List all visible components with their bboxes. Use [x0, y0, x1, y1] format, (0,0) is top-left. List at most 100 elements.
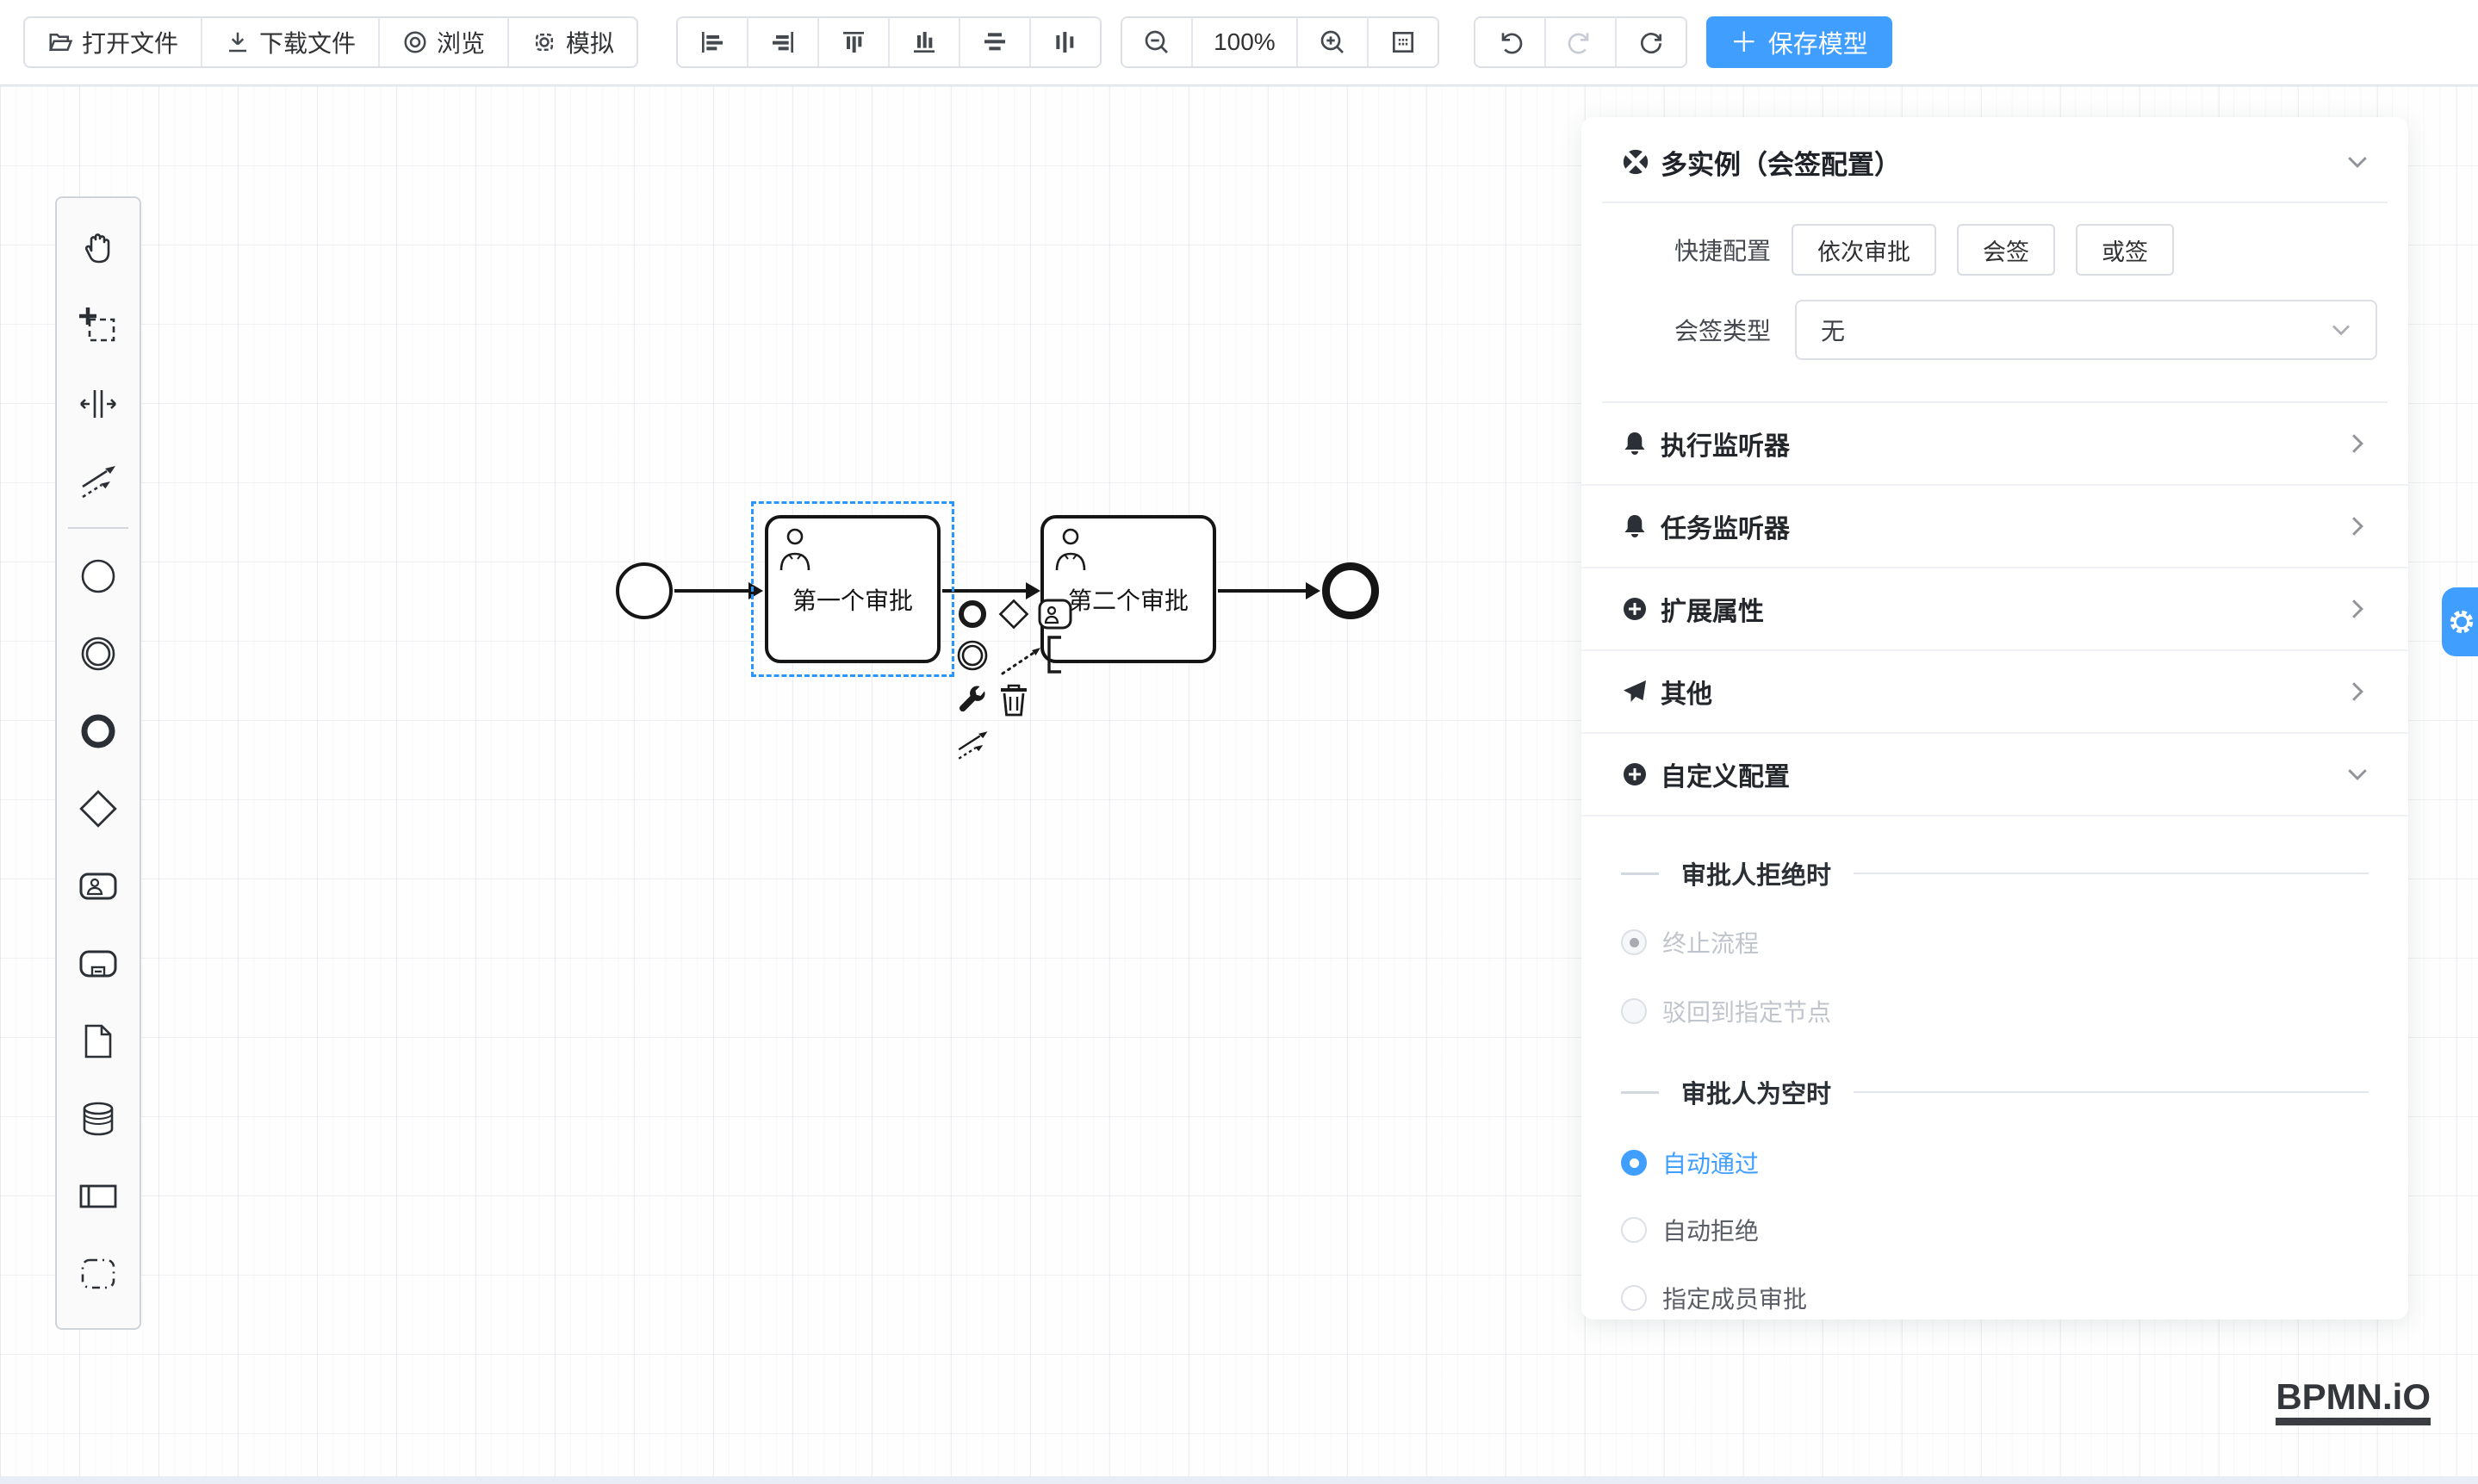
chevron-right-icon — [2346, 680, 2369, 703]
file-button-group: 打开文件 下载文件 浏览 模拟 — [23, 16, 638, 68]
text-annotation-icon — [996, 634, 1078, 679]
space-tool-icon — [78, 383, 119, 425]
align-right-button[interactable] — [748, 18, 819, 66]
end-event-icon — [78, 711, 119, 752]
radio-auto-pass[interactable]: 自动通过 — [1581, 1144, 2408, 1182]
align-left-button[interactable] — [678, 18, 748, 66]
gateway-tool[interactable] — [59, 770, 138, 848]
zoom-in-button[interactable] — [1298, 18, 1369, 66]
sequence-flow-2[interactable] — [942, 589, 1027, 593]
hand-tool[interactable] — [59, 210, 138, 288]
open-file-button[interactable]: 打开文件 — [25, 18, 202, 66]
align-center-vertical-button[interactable] — [1031, 18, 1100, 66]
section-task-listener[interactable]: 任务监听器 — [1581, 486, 2408, 568]
sign-type-row: 会签类型 无 — [1581, 300, 2408, 360]
append-user-task-button[interactable] — [1037, 596, 1073, 632]
radio-assign-member[interactable]: 指定成员审批 — [1581, 1279, 2408, 1317]
bottom-strip — [0, 1476, 2478, 1484]
sequence-flow-3[interactable] — [1218, 589, 1306, 593]
delete-button[interactable] — [996, 682, 1032, 718]
section-other[interactable]: 其他 — [1581, 651, 2408, 734]
group-tool[interactable] — [59, 1235, 138, 1313]
sequence-flow-1[interactable] — [674, 589, 748, 593]
user-task-mini-icon — [1037, 597, 1073, 631]
connect-button[interactable] — [954, 727, 991, 763]
plus-circle-icon — [1621, 761, 1649, 788]
properties-panel: 多实例（会签配置） 快捷配置 依次审批 会签 或签 会签类型 无 执行监听器 任… — [1581, 117, 2408, 1319]
section-custom-config[interactable]: 自定义配置 — [1581, 734, 2408, 817]
or-sign-button[interactable]: 或签 — [2076, 224, 2174, 276]
divider — [1854, 1091, 2369, 1093]
participant-icon — [78, 1176, 119, 1217]
save-model-button[interactable]: ＋ 保存模型 — [1706, 16, 1892, 68]
gateway-icon — [78, 788, 119, 829]
eye-icon — [402, 29, 428, 55]
zoom-in-icon — [1319, 28, 1346, 56]
zoom-level: 100% — [1193, 18, 1298, 66]
append-end-event-button[interactable] — [954, 596, 991, 632]
intermediate-event-tool[interactable] — [59, 615, 138, 692]
panel-header[interactable]: 多实例（会签配置） — [1581, 138, 2408, 186]
align-center-horizontal-icon — [981, 28, 1009, 56]
end-event-tool[interactable] — [59, 692, 138, 770]
end-event-shape[interactable] — [1322, 562, 1379, 619]
align-right-icon — [769, 28, 797, 56]
data-store-tool[interactable] — [59, 1080, 138, 1158]
change-type-button[interactable] — [954, 682, 991, 718]
subprocess-tool[interactable] — [59, 925, 138, 1003]
bpmn-io-logo[interactable]: BPMN.iO — [2276, 1379, 2431, 1425]
preview-button[interactable]: 浏览 — [380, 18, 509, 66]
section-execution-listener[interactable]: 执行监听器 — [1581, 403, 2408, 486]
section-extended-properties[interactable]: 扩展属性 — [1581, 568, 2408, 651]
refresh-button[interactable] — [1617, 18, 1686, 66]
start-event-tool[interactable] — [59, 537, 138, 615]
preview-label: 浏览 — [437, 25, 485, 59]
append-gateway-button[interactable] — [996, 596, 1032, 632]
redo-button[interactable] — [1546, 18, 1617, 66]
append-text-annotation-button[interactable] — [996, 634, 1078, 679]
radio-auto-reject[interactable]: 自动拒绝 — [1581, 1211, 2408, 1249]
bell-icon — [1621, 512, 1649, 540]
align-top-icon — [840, 28, 867, 56]
settings-tab[interactable] — [2442, 587, 2478, 656]
radio-return-to-node[interactable]: 驳回到指定节点 — [1581, 992, 2408, 1030]
zoom-button-group: 100% — [1121, 16, 1439, 68]
start-event-shape[interactable] — [616, 562, 673, 619]
space-tool[interactable] — [59, 365, 138, 443]
connect-tool[interactable] — [59, 443, 138, 520]
quick-config-row: 快捷配置 依次审批 会签 或签 — [1581, 224, 2408, 276]
save-model-label: 保存模型 — [1768, 24, 1868, 60]
participant-tool[interactable] — [59, 1158, 138, 1235]
sequential-approval-button[interactable]: 依次审批 — [1792, 224, 1936, 276]
zoom-out-button[interactable] — [1122, 18, 1193, 66]
data-object-icon — [78, 1021, 119, 1062]
divider — [1602, 202, 2388, 203]
countersign-button[interactable]: 会签 — [1957, 224, 2055, 276]
undo-button[interactable] — [1475, 18, 1546, 66]
append-intermediate-event-button[interactable] — [954, 637, 991, 674]
undo-icon — [1496, 28, 1524, 56]
data-object-tool[interactable] — [59, 1003, 138, 1080]
chevron-down-icon[interactable] — [2346, 151, 2369, 173]
user-task-tool[interactable] — [59, 848, 138, 925]
top-toolbar: 打开文件 下载文件 浏览 模拟 — [0, 0, 2478, 86]
plus-circle-icon — [1621, 595, 1649, 623]
align-center-horizontal-button[interactable] — [960, 18, 1031, 66]
lasso-tool[interactable] — [59, 288, 138, 365]
chevron-right-icon — [2346, 598, 2369, 620]
divider — [1854, 872, 2369, 874]
user-icon — [1053, 525, 1089, 572]
sign-type-label: 会签类型 — [1616, 313, 1771, 347]
download-file-button[interactable]: 下载文件 — [202, 18, 380, 66]
zoom-out-icon — [1143, 28, 1171, 56]
align-bottom-button[interactable] — [890, 18, 960, 66]
align-button-group — [676, 16, 1102, 68]
radio-terminate-process[interactable]: 终止流程 — [1581, 923, 2408, 961]
sign-type-select[interactable]: 无 — [1795, 300, 2377, 360]
radio-icon — [1621, 929, 1647, 955]
trash-icon — [998, 683, 1029, 717]
sequence-flow-3-arrowhead — [1306, 582, 1320, 599]
simulate-button[interactable]: 模拟 — [509, 18, 637, 66]
fit-viewport-button[interactable] — [1369, 18, 1438, 66]
align-top-button[interactable] — [819, 18, 890, 66]
